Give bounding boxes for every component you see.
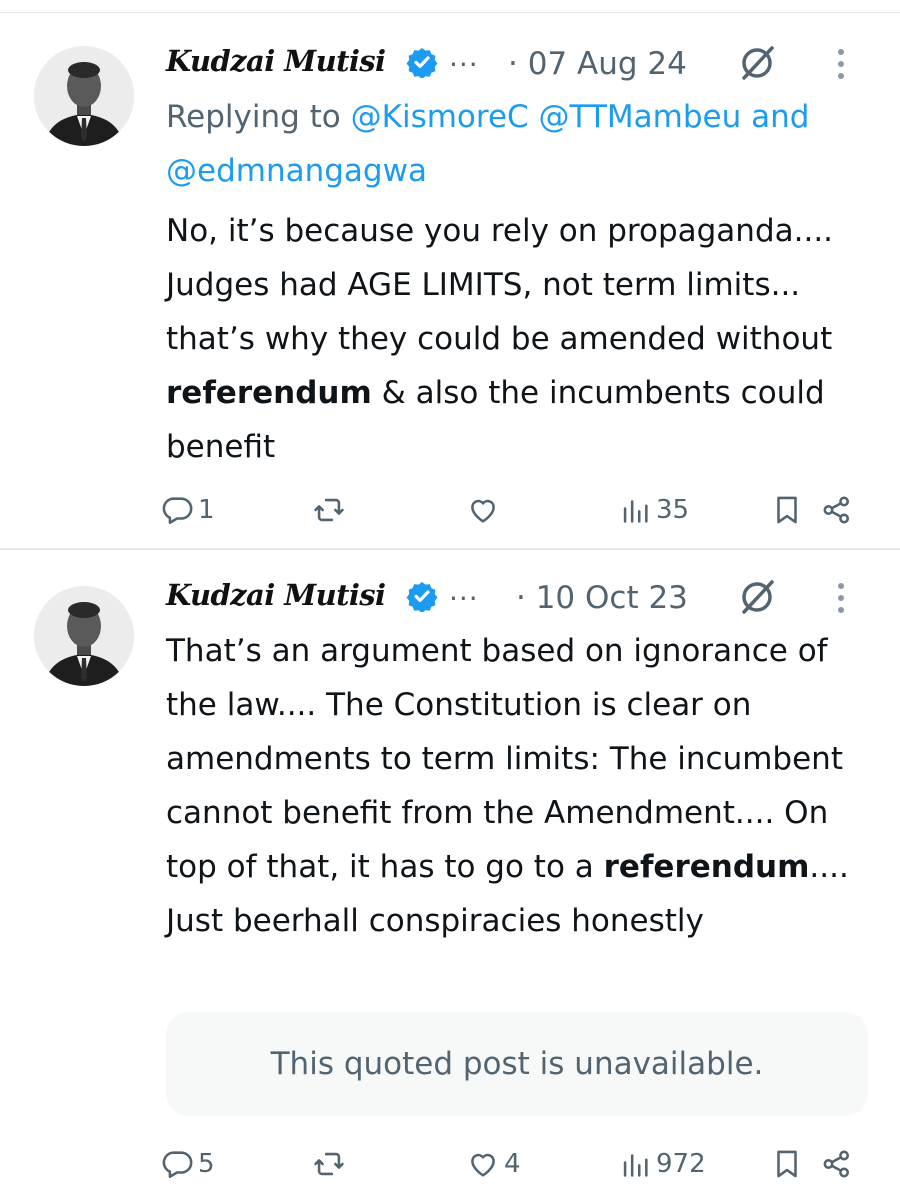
like-count: 4 bbox=[504, 1149, 521, 1179]
more-options-icon[interactable] bbox=[834, 46, 848, 82]
like-button[interactable]: 4 bbox=[466, 1140, 521, 1188]
tweet-text-bold: referendum bbox=[166, 375, 372, 411]
views-icon bbox=[623, 500, 648, 523]
avatar[interactable] bbox=[34, 46, 134, 146]
avatar-photo bbox=[34, 46, 134, 146]
views-count: 972 bbox=[656, 1149, 706, 1179]
avatar-photo bbox=[34, 586, 134, 686]
author-name[interactable]: Kudzai Mutisi bbox=[166, 44, 386, 78]
bookmark-icon bbox=[777, 496, 797, 524]
reply-button[interactable]: 1 bbox=[160, 486, 215, 534]
avatar[interactable] bbox=[34, 586, 134, 686]
tweet-text-part: That’s an argument based on ignorance of… bbox=[166, 633, 843, 885]
tweet-date[interactable]: · 07 Aug 24 bbox=[508, 46, 687, 82]
views-icon bbox=[623, 1154, 648, 1177]
reply-icon bbox=[162, 1151, 193, 1179]
bookmark-icon bbox=[777, 1150, 797, 1178]
mention-link[interactable]: @TTMambeu bbox=[539, 99, 742, 135]
reply-icon bbox=[162, 497, 193, 525]
tweet-actions: 1 35 bbox=[0, 486, 900, 534]
tweet-date[interactable]: · 10 Oct 23 bbox=[516, 580, 688, 616]
bookmark-button[interactable] bbox=[770, 1140, 804, 1188]
author-name[interactable]: Kudzai Mutisi bbox=[166, 578, 386, 612]
retweet-button[interactable] bbox=[312, 486, 350, 534]
retweet-icon bbox=[314, 1152, 344, 1176]
verified-badge-icon bbox=[406, 582, 438, 612]
mention-link[interactable]: @KismoreC bbox=[351, 99, 529, 135]
tweet-2[interactable]: Kudzai Mutisi ... · 10 Oct 23 That’s an … bbox=[0, 550, 900, 1200]
share-button[interactable] bbox=[820, 486, 854, 534]
tweet-header: Kudzai Mutisi ... · 07 Aug 24 bbox=[166, 34, 900, 90]
tweet-actions: 5 4 972 bbox=[0, 1140, 900, 1188]
heart-icon bbox=[471, 499, 495, 523]
heart-icon bbox=[471, 1153, 495, 1177]
replying-to-label: Replying to bbox=[166, 99, 341, 135]
replying-to: Replying to @KismoreC @TTMambeu and @edm… bbox=[166, 90, 866, 198]
bookmark-button[interactable] bbox=[770, 486, 804, 534]
tweet-header: Kudzai Mutisi ... · 10 Oct 23 bbox=[166, 568, 900, 624]
retweet-button[interactable] bbox=[312, 1140, 350, 1188]
share-icon bbox=[823, 1150, 850, 1178]
reply-button[interactable]: 5 bbox=[160, 1140, 215, 1188]
grok-icon[interactable] bbox=[736, 576, 778, 618]
retweet-icon bbox=[314, 498, 344, 522]
tweet-text-part: No, it’s because you rely on propaganda.… bbox=[166, 213, 834, 357]
quoted-post-unavailable: This quoted post is unavailable. bbox=[166, 1012, 868, 1116]
reply-count: 1 bbox=[198, 495, 215, 525]
more-options-icon[interactable] bbox=[834, 580, 848, 616]
like-button[interactable] bbox=[466, 486, 504, 534]
views-count: 35 bbox=[656, 495, 690, 525]
share-icon bbox=[823, 496, 850, 524]
views-button[interactable]: 972 bbox=[618, 1140, 706, 1188]
tweet-text: No, it’s because you rely on propaganda.… bbox=[166, 204, 886, 474]
views-button[interactable]: 35 bbox=[618, 486, 689, 534]
reply-count: 5 bbox=[198, 1149, 215, 1179]
mention-joiner: and bbox=[751, 99, 810, 135]
mention-link[interactable]: @edmnangagwa bbox=[166, 153, 427, 189]
tweet-text: That’s an argument based on ignorance of… bbox=[166, 624, 886, 948]
share-button[interactable] bbox=[820, 1140, 854, 1188]
tweet-1[interactable]: Kudzai Mutisi ... · 07 Aug 24 Replying t… bbox=[0, 12, 900, 548]
verified-badge-icon bbox=[406, 48, 438, 78]
grok-icon[interactable] bbox=[736, 42, 778, 84]
author-truncation: ... bbox=[449, 574, 479, 607]
tweet-text-bold: referendum bbox=[603, 849, 810, 885]
author-truncation: ... bbox=[449, 40, 479, 73]
